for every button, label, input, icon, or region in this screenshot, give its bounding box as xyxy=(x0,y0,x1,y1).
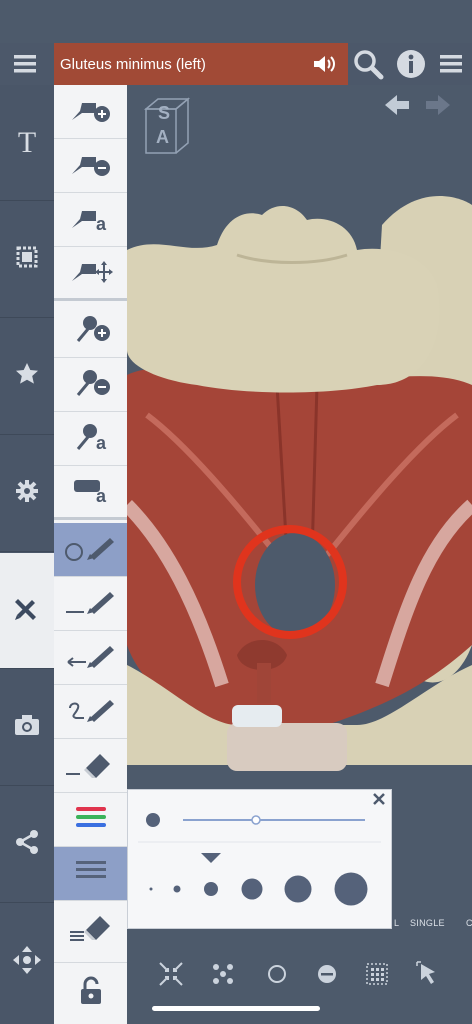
camera-button[interactable] xyxy=(0,670,54,786)
draw-tools-button[interactable] xyxy=(0,553,54,669)
star-icon xyxy=(14,361,40,392)
clear-drawing-button[interactable] xyxy=(54,901,127,963)
pushpin-label-button[interactable]: a xyxy=(54,412,127,466)
pin-label-icon: a xyxy=(68,202,114,237)
label-icon: a xyxy=(68,474,114,509)
remove-pushpin-icon xyxy=(68,367,114,402)
color-button[interactable] xyxy=(54,793,127,847)
structure-title-bar[interactable]: Gluteus minimus (left) xyxy=(54,43,348,85)
thickness-button[interactable] xyxy=(54,847,127,901)
hide-icon[interactable] xyxy=(313,960,341,993)
size-option-4 xyxy=(241,878,263,900)
color-icon xyxy=(74,802,108,837)
draw-circle-button[interactable] xyxy=(54,523,127,577)
svg-text:a: a xyxy=(96,486,107,504)
draw-arrow-button[interactable] xyxy=(54,631,127,685)
svg-text:a: a xyxy=(96,214,107,232)
pin-label-button[interactable]: a xyxy=(54,193,127,247)
favorites-button[interactable] xyxy=(0,319,54,435)
select-pointer-icon[interactable] xyxy=(415,960,443,993)
explode-icon[interactable] xyxy=(209,960,237,993)
bottom-toolbar xyxy=(127,940,472,1010)
thickness-popup xyxy=(127,789,392,929)
add-pushpin-button[interactable] xyxy=(54,304,127,358)
speaker-icon[interactable] xyxy=(312,53,338,79)
size-option-1 xyxy=(149,887,153,891)
pencil-ruler-icon xyxy=(12,593,42,628)
text-tool-button[interactable]: T xyxy=(0,85,54,201)
draw-line-button[interactable] xyxy=(54,577,127,631)
frame-button[interactable] xyxy=(0,202,54,318)
svg-text:a: a xyxy=(96,433,107,451)
move-button[interactable] xyxy=(0,904,54,1020)
anatomy-3d-view[interactable] xyxy=(122,85,472,785)
settings-button[interactable] xyxy=(0,436,54,552)
isolate-icon[interactable] xyxy=(363,960,391,993)
add-pin-button[interactable] xyxy=(54,85,127,139)
mode-label-single[interactable]: SINGLE xyxy=(410,918,445,928)
cube-front-label: A xyxy=(156,127,169,147)
remove-pushpin-button[interactable] xyxy=(54,358,127,412)
size-option-3 xyxy=(204,882,218,896)
size-option-2 xyxy=(173,885,181,893)
label-button[interactable]: a xyxy=(54,466,127,520)
lock-button[interactable] xyxy=(54,963,127,1024)
share-button[interactable] xyxy=(0,787,54,903)
draw-toolbar: a a a xyxy=(54,85,127,1024)
move-icon xyxy=(12,945,42,980)
forward-arrow-icon[interactable] xyxy=(424,92,452,123)
cube-top-label: S xyxy=(158,103,171,123)
clear-drawing-icon xyxy=(66,912,116,951)
status-bar xyxy=(0,0,472,43)
thickness-slider-thumb xyxy=(251,815,261,825)
structure-title: Gluteus minimus (left) xyxy=(60,55,206,73)
draw-freehand-icon xyxy=(60,694,122,729)
info-icon[interactable] xyxy=(395,48,427,80)
draw-arrow-icon xyxy=(60,640,122,675)
thickness-icon xyxy=(74,856,108,891)
draw-circle-icon xyxy=(60,532,122,567)
camera-icon xyxy=(13,713,41,742)
draw-line-icon xyxy=(60,586,122,621)
orientation-cube[interactable]: S A xyxy=(142,95,192,162)
preview-dot xyxy=(146,813,160,827)
home-indicator xyxy=(152,1006,320,1011)
pushpin-label-icon: a xyxy=(68,421,114,456)
eraser-icon xyxy=(60,748,122,783)
text-tool-label: T xyxy=(17,125,37,159)
left-rail: T xyxy=(0,85,54,1024)
collapse-icon[interactable] xyxy=(157,960,185,993)
share-icon xyxy=(14,829,40,860)
ghost-icon[interactable] xyxy=(263,960,291,993)
options-menu-icon[interactable] xyxy=(436,48,468,80)
gear-icon xyxy=(14,478,40,509)
add-pin-icon xyxy=(68,94,114,129)
back-arrow-icon[interactable] xyxy=(383,92,411,123)
lock-icon xyxy=(78,976,104,1011)
eraser-button[interactable] xyxy=(54,739,127,793)
mode-label-right[interactable]: C xyxy=(466,918,472,928)
move-pin-icon xyxy=(68,255,114,290)
size-option-5 xyxy=(284,875,312,903)
search-icon[interactable] xyxy=(352,48,384,80)
size-option-6 xyxy=(334,872,368,906)
mode-label-left[interactable]: L xyxy=(394,918,399,928)
frame-icon xyxy=(14,244,40,275)
remove-pin-icon xyxy=(68,148,114,183)
remove-pin-button[interactable] xyxy=(54,139,127,193)
draw-freehand-button[interactable] xyxy=(54,685,127,739)
menu-icon[interactable] xyxy=(10,48,42,80)
add-pushpin-icon xyxy=(68,313,114,348)
move-pin-button[interactable] xyxy=(54,247,127,301)
selected-size-marker xyxy=(201,853,221,863)
